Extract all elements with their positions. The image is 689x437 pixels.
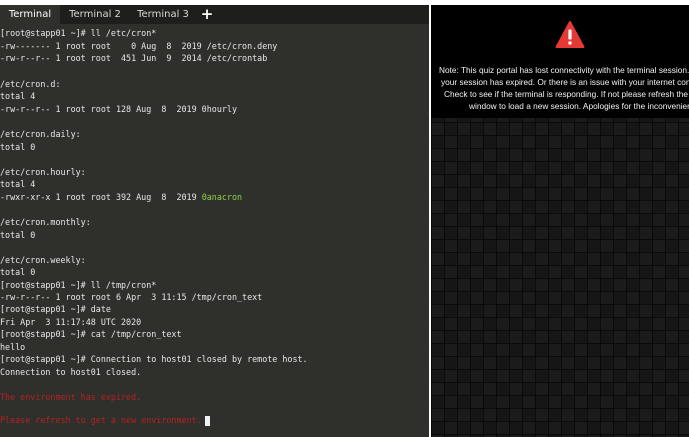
terminal-line: [root@stapp01 ~]# ll /etc/cron*: [0, 28, 157, 38]
terminal-line: [root@stapp01 ~]# cat /tmp/cron_text: [0, 329, 182, 339]
terminal-line: Fri Apr 3 11:17:48 UTC 2020: [0, 317, 142, 327]
terminal-line: -rw-r--r-- 1 root root 128 Aug 8 2019 0h…: [0, 104, 237, 114]
terminal-output[interactable]: [root@stapp01 ~]# ll /etc/cron* -rw-----…: [0, 25, 429, 437]
terminal-line: total 0: [0, 230, 36, 240]
terminal-line: -rwxr-xr-x 1 root root 392 Aug 8 2019 0a…: [0, 191, 242, 203]
terminal-line: [root@stapp01 ~]# date: [0, 304, 111, 314]
terminal-line: hello: [0, 342, 26, 352]
terminal-line: /etc/cron.d:: [0, 79, 61, 89]
terminal-tab-bar: Terminal Terminal 2 Terminal 3 +: [0, 5, 429, 24]
terminal-prompt-line: Please refresh to get a new environment.: [0, 414, 210, 426]
terminal-line: /etc/cron.monthly:: [0, 217, 91, 227]
terminal-line: /etc/cron.daily:: [0, 129, 81, 139]
terminal-line: [root@stapp01 ~]# Connection to host01 c…: [0, 354, 308, 364]
terminal-line: /etc/cron.hourly:: [0, 167, 86, 177]
tab-terminal-2[interactable]: Terminal 2: [64, 5, 126, 24]
terminal-line: total 4: [0, 91, 36, 101]
terminal-line: /etc/cron.weekly:: [0, 255, 86, 265]
terminal-line: total 0: [0, 267, 36, 277]
terminal-line: total 4: [0, 179, 36, 189]
terminal-line: -rw------- 1 root root 0 Aug 8 2019 /etc…: [0, 41, 278, 51]
refresh-message: Please refresh to get a new environment.: [0, 415, 202, 425]
notice-text-line: your session has expired. Or there is an…: [441, 77, 689, 87]
terminal-line: total 0: [0, 142, 36, 152]
terminal-line: [root@stapp01 ~]# ll /tmp/cron*: [0, 280, 157, 290]
connectivity-notice: Note: This quiz portal has lost connecti…: [431, 5, 689, 118]
terminal-pane: Terminal Terminal 2 Terminal 3 + [root@s…: [0, 5, 429, 437]
terminal-line: Connection to host01 closed.: [0, 367, 142, 377]
terminal-line-text: -rwxr-xr-x 1 root root 392 Aug 8 2019: [0, 192, 202, 202]
terminal-line: -rw-r--r-- 1 root root 451 Jun 9 2014 /e…: [0, 53, 268, 63]
terminal-line: -rw-r--r-- 1 root root 6 Apr 3 11:15 /tm…: [0, 292, 263, 302]
expired-message: The environment has expired.: [0, 392, 142, 402]
tab-terminal-3[interactable]: Terminal 3: [132, 5, 194, 24]
terminal-cursor: [204, 415, 210, 426]
notice-text-line: Check to see if the terminal is respondi…: [444, 89, 689, 99]
notice-text-line: Note: This quiz portal has lost connecti…: [439, 65, 689, 75]
warning-icon: [555, 21, 585, 48]
notice-text-line: window to load a new session. Apologies …: [469, 101, 689, 111]
plus-icon[interactable]: +: [199, 5, 215, 24]
executable-filename: 0anacron: [201, 192, 243, 202]
tab-terminal[interactable]: Terminal: [0, 5, 60, 24]
notice-pane: Note: This quiz portal has lost connecti…: [431, 5, 689, 437]
